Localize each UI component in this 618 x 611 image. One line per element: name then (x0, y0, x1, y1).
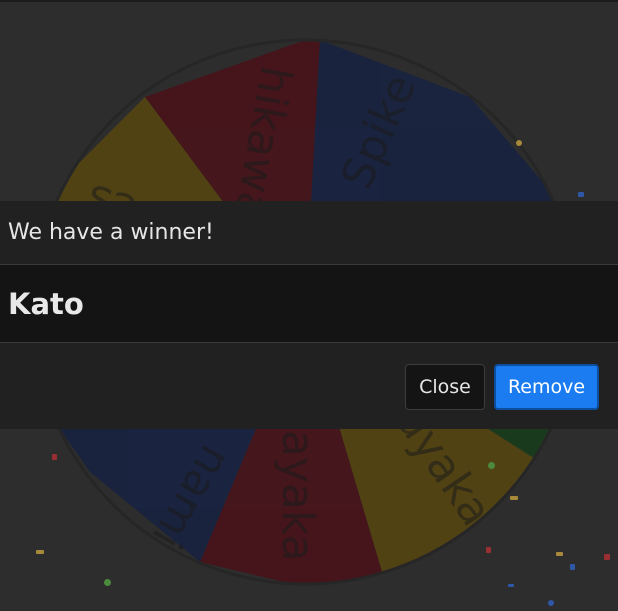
confetti-piece (548, 600, 554, 606)
confetti-piece (570, 564, 575, 570)
confetti-piece (36, 550, 44, 554)
modal-footer: Close Remove (0, 343, 618, 429)
close-button[interactable]: Close (405, 364, 485, 410)
confetti-piece (508, 584, 514, 587)
confetti-piece (516, 140, 522, 146)
remove-button[interactable]: Remove (494, 364, 599, 410)
confetti-piece (104, 579, 111, 586)
confetti-piece (52, 454, 57, 460)
winner-name: Kato (8, 286, 84, 321)
winner-modal: We have a winner! Kato Close Remove (0, 201, 618, 429)
modal-body: Kato (0, 265, 618, 343)
app-stage: Spike hikawa es ayaka ayaka nami We have… (0, 0, 618, 611)
confetti-piece (556, 552, 563, 556)
wheel-label-ayaka-red: ayaka (272, 430, 323, 562)
confetti-piece (486, 547, 491, 553)
confetti-piece (604, 554, 610, 560)
confetti-piece (510, 496, 518, 500)
confetti-piece (488, 462, 495, 469)
modal-header: We have a winner! (0, 201, 618, 265)
modal-title: We have a winner! (8, 220, 214, 245)
confetti-piece (578, 192, 584, 197)
